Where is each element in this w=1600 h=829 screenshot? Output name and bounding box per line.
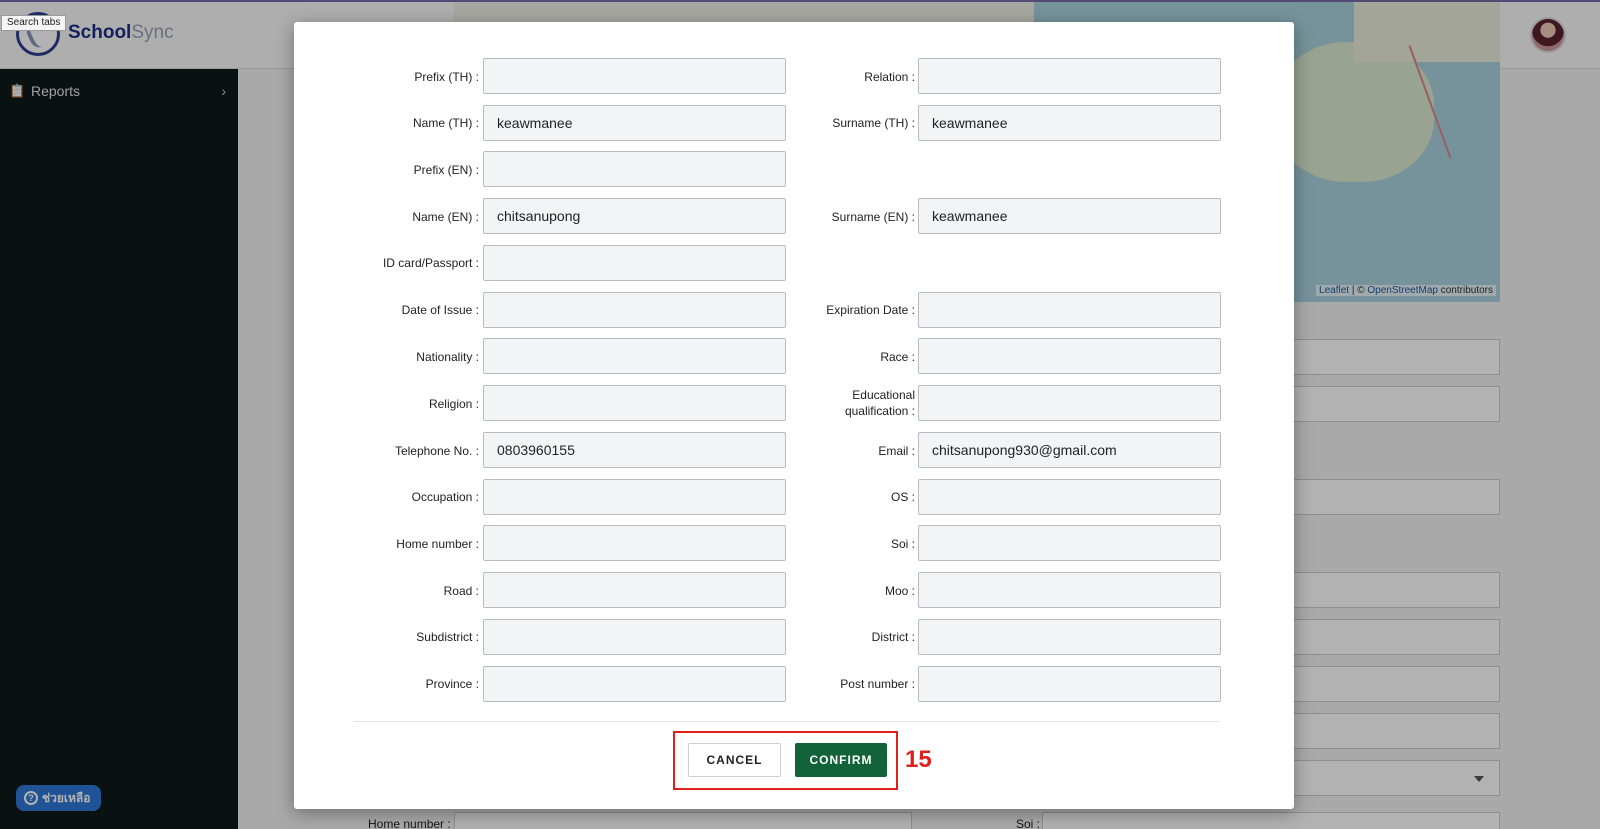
occupation-label: Occupation : — [411, 490, 479, 504]
email-label: Email : — [878, 444, 915, 458]
surname-th-label: Surname (TH) : — [832, 116, 915, 130]
surname-en-label: Surname (EN) : — [831, 210, 915, 224]
province-label: Province : — [425, 677, 479, 691]
soi-label: Soi : — [890, 537, 915, 551]
moo-label: Moo : — [884, 584, 915, 598]
home-number-input[interactable] — [483, 525, 786, 561]
relation-label: Relation : — [864, 70, 915, 84]
religion-label: Religion : — [428, 397, 479, 411]
telephone-input[interactable] — [483, 432, 786, 468]
post-number-label: Post number : — [840, 677, 915, 691]
os-input[interactable] — [918, 479, 1221, 515]
relation-input[interactable] — [918, 58, 1221, 94]
surname-en-input[interactable] — [918, 198, 1221, 234]
moo-input[interactable] — [918, 572, 1221, 608]
occupation-input[interactable] — [483, 479, 786, 515]
subdistrict-input[interactable] — [483, 619, 786, 655]
nationality-label: Nationality : — [416, 350, 479, 364]
race-label: Race : — [880, 350, 915, 364]
id-card-passport-input[interactable] — [483, 245, 786, 281]
annotation-highlight-box — [673, 731, 898, 790]
email-input[interactable] — [918, 432, 1221, 468]
name-th-label: Name (TH) : — [413, 116, 479, 130]
post-number-input[interactable] — [918, 666, 1221, 702]
nationality-input[interactable] — [483, 338, 786, 374]
name-en-input[interactable] — [483, 198, 786, 234]
prefix-th-label: Prefix (TH) : — [414, 70, 479, 84]
district-input[interactable] — [918, 619, 1221, 655]
id-card-passport-label: ID card/Passport : — [382, 256, 479, 270]
province-input[interactable] — [483, 666, 786, 702]
expiration-date-input[interactable] — [918, 292, 1221, 328]
os-label: OS : — [890, 490, 915, 504]
search-tabs-tooltip: Search tabs — [1, 15, 67, 31]
date-of-issue-label: Date of Issue : — [401, 303, 479, 317]
educational-label-line2: qualification : — [844, 404, 915, 418]
home-number-label: Home number : — [396, 537, 479, 551]
prefix-th-input[interactable] — [483, 58, 786, 94]
name-th-input[interactable] — [483, 105, 786, 141]
educational-qualification-input[interactable] — [918, 385, 1221, 421]
educational-qualification-label: Educational qualification : — [805, 387, 915, 419]
prefix-en-label: Prefix (EN) : — [413, 163, 479, 177]
subdistrict-label: Subdistrict : — [416, 630, 479, 644]
educational-label-line1: Educational — [852, 388, 915, 402]
road-input[interactable] — [483, 572, 786, 608]
annotation-step-number: 15 — [905, 746, 932, 773]
religion-input[interactable] — [483, 385, 786, 421]
road-label: Road : — [443, 584, 479, 598]
surname-th-input[interactable] — [918, 105, 1221, 141]
expiration-date-label: Expiration Date : — [826, 303, 915, 317]
date-of-issue-input[interactable] — [483, 292, 786, 328]
district-label: District : — [871, 630, 915, 644]
soi-input[interactable] — [918, 525, 1221, 561]
prefix-en-input[interactable] — [483, 151, 786, 187]
race-input[interactable] — [918, 338, 1221, 374]
modal-footer-divider — [354, 721, 1220, 722]
name-en-label: Name (EN) : — [412, 210, 479, 224]
telephone-label: Telephone No. : — [394, 444, 479, 458]
